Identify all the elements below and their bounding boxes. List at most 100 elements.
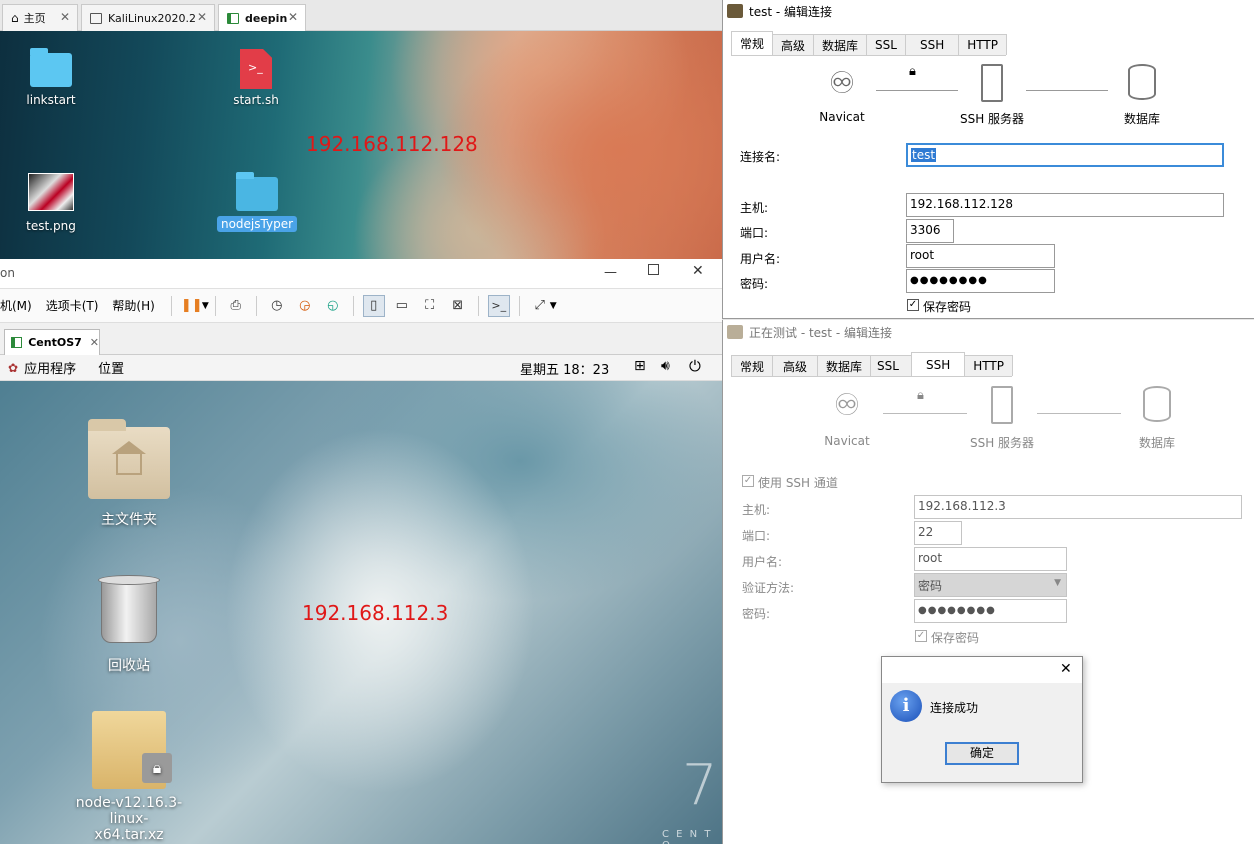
use-ssh-checkbox[interactable]: ✓ bbox=[742, 475, 754, 487]
close-icon[interactable]: ✕ bbox=[197, 10, 207, 24]
menu-tabs[interactable]: 选项卡(T) bbox=[46, 297, 99, 314]
vm-running-icon bbox=[227, 13, 239, 24]
revert-snapshot-icon[interactable]: ◶ bbox=[294, 295, 316, 317]
toolbar-separator bbox=[170, 295, 172, 316]
network-icon[interactable]: ⊞ bbox=[634, 358, 646, 374]
thumbnail-view-icon[interactable]: ▭ bbox=[391, 295, 413, 317]
lock-icon: 🔒︎ bbox=[909, 64, 916, 79]
desktop-icon-home-folder[interactable]: 主文件夹 bbox=[64, 419, 194, 529]
desktop-icon-trash[interactable]: 回收站 bbox=[64, 575, 194, 675]
close-icon[interactable]: ✕ bbox=[288, 10, 298, 24]
connection-name-label: 连接名: bbox=[740, 150, 781, 164]
close-icon[interactable]: ✕ bbox=[60, 10, 70, 24]
save-password-checkbox[interactable]: ✓ bbox=[907, 299, 919, 311]
diagram-connector bbox=[1037, 413, 1121, 414]
menu-vm[interactable]: 机(M) bbox=[0, 297, 32, 314]
tab-database[interactable]: 数据库 bbox=[817, 355, 872, 376]
close-icon[interactable]: ✕ bbox=[90, 336, 99, 349]
maximize-icon[interactable] bbox=[648, 264, 659, 275]
tab-deepin[interactable]: deepin ✕ bbox=[218, 4, 306, 32]
auth-method-select[interactable]: 密码 ▼ bbox=[914, 573, 1067, 597]
dialog-message: 连接成功 bbox=[930, 701, 979, 715]
desktop-icon-start-sh[interactable]: >_ start.sh bbox=[211, 49, 301, 107]
tab-ssl[interactable]: SSL bbox=[870, 355, 912, 376]
tab-general[interactable]: 常规 bbox=[731, 355, 774, 376]
desktop-icon-nodejstyper[interactable]: nodejsTyper bbox=[212, 172, 302, 232]
desktop-icon-test-png[interactable]: test.png bbox=[6, 173, 96, 233]
settings-tabs: 常规 高级 数据库 SSL SSH HTTP bbox=[731, 31, 1007, 56]
trash-icon bbox=[98, 575, 160, 643]
ip-annotation: 192.168.112.128 bbox=[306, 132, 478, 156]
volume-icon[interactable]: 🔊︎ bbox=[661, 358, 670, 374]
menu-help[interactable]: 帮助(H) bbox=[112, 297, 154, 314]
window-title-text: test - 编辑连接 bbox=[749, 4, 833, 19]
port-input[interactable]: 22 bbox=[914, 521, 962, 545]
password-input[interactable]: ●●●●●●●● bbox=[914, 599, 1067, 623]
username-input[interactable]: root bbox=[914, 547, 1067, 571]
library-view-icon[interactable]: ▯ bbox=[362, 294, 385, 317]
tab-advanced[interactable]: 高级 bbox=[772, 34, 815, 55]
power-icon[interactable]: ⏻ bbox=[689, 357, 701, 375]
ok-button[interactable]: 确定 bbox=[945, 742, 1019, 765]
unity-icon[interactable]: ⊠ bbox=[447, 295, 469, 317]
menu-bar: 机(M) 选项卡(T) 帮助(H) ❚❚ ▼ ⎙ ◷ ◶ ◵ ▯ ▭ ⛶ ⊠ >… bbox=[0, 289, 722, 323]
minimize-icon[interactable]: — bbox=[604, 265, 617, 280]
pause-icon[interactable]: ❚❚ bbox=[181, 295, 203, 317]
snapshot-manager-icon[interactable]: ◵ bbox=[322, 295, 344, 317]
diagram-ssh-server: SSH 服务器 bbox=[962, 386, 1042, 451]
fullscreen-icon[interactable]: ⛶ bbox=[419, 295, 441, 317]
chevron-down-icon[interactable]: ▼ bbox=[550, 301, 557, 311]
console-icon[interactable]: >_ bbox=[487, 294, 510, 317]
diagram-label: 数据库 bbox=[1123, 112, 1160, 126]
toolbar-separator bbox=[214, 295, 216, 316]
clock[interactable]: 星期五 18：23 bbox=[520, 359, 609, 378]
stretch-icon[interactable]: ⤢ bbox=[529, 295, 551, 317]
close-icon[interactable]: ✕ bbox=[692, 263, 704, 279]
tab-database[interactable]: 数据库 bbox=[813, 34, 868, 55]
navicat-icon: ♾︎ bbox=[833, 388, 861, 423]
desktop-icon-node-archive[interactable]: 🔒︎ node-v12.16.3-linux- x64.tar.xz bbox=[64, 711, 194, 843]
tab-http[interactable]: HTTP bbox=[964, 355, 1013, 376]
username-input[interactable]: root bbox=[906, 244, 1055, 268]
tab-label: deepin bbox=[245, 12, 288, 25]
icon-label: nodejsTyper bbox=[216, 216, 298, 232]
icon-label: start.sh bbox=[233, 93, 279, 107]
home-icon: ⌂ bbox=[11, 11, 19, 25]
desktop-icon-linkstart[interactable]: linkstart bbox=[6, 48, 96, 107]
chevron-down-icon[interactable]: ▼ bbox=[202, 301, 209, 311]
diagram-connector bbox=[876, 90, 958, 91]
tab-centos7[interactable]: CentOS7 ✕ bbox=[4, 329, 100, 355]
tab-ssh[interactable]: SSH bbox=[910, 352, 966, 376]
port-input[interactable]: 3306 bbox=[906, 219, 954, 243]
diagram-label: Navicat bbox=[824, 434, 870, 448]
applications-menu[interactable]: 应用程序 bbox=[24, 358, 76, 377]
deepin-desktop: linkstart >_ start.sh test.png nodejsTyp… bbox=[0, 31, 722, 259]
tab-home[interactable]: ⌂ 主页 ✕ bbox=[2, 4, 78, 31]
tab-kalilinux[interactable]: KaliLinux2020.2 ✕ bbox=[81, 4, 215, 31]
folder-icon bbox=[236, 172, 278, 211]
password-input[interactable]: ●●●●●●●● bbox=[906, 269, 1055, 293]
tab-http[interactable]: HTTP bbox=[958, 34, 1007, 55]
window-title: on bbox=[0, 266, 15, 280]
places-menu[interactable]: 位置 bbox=[98, 358, 124, 377]
host-input[interactable]: 192.168.112.128 bbox=[906, 193, 1224, 217]
diagram-database: 数据库 bbox=[1117, 386, 1197, 451]
toolbar-separator bbox=[352, 295, 354, 316]
vm-running-icon bbox=[11, 337, 23, 348]
host-label: 主机: bbox=[742, 503, 771, 517]
diagram-connector bbox=[883, 413, 967, 414]
tab-advanced[interactable]: 高级 bbox=[772, 355, 819, 376]
server-icon bbox=[981, 64, 1003, 102]
tab-ssh[interactable]: SSH bbox=[904, 34, 960, 55]
send-keys-icon[interactable]: ⎙ bbox=[225, 295, 247, 317]
close-icon[interactable]: ✕ bbox=[1060, 661, 1072, 677]
diagram-database: 数据库 bbox=[1102, 64, 1182, 127]
host-input[interactable]: 192.168.112.3 bbox=[914, 495, 1242, 519]
save-password-checkbox[interactable]: ✓ bbox=[915, 630, 927, 642]
tab-general[interactable]: 常规 bbox=[731, 31, 774, 55]
connection-name-input[interactable]: test bbox=[906, 143, 1224, 167]
tab-ssl[interactable]: SSL bbox=[866, 34, 906, 55]
snapshot-icon[interactable]: ◷ bbox=[266, 295, 288, 317]
server-icon bbox=[991, 386, 1013, 424]
shell-script-icon: >_ bbox=[240, 49, 272, 89]
